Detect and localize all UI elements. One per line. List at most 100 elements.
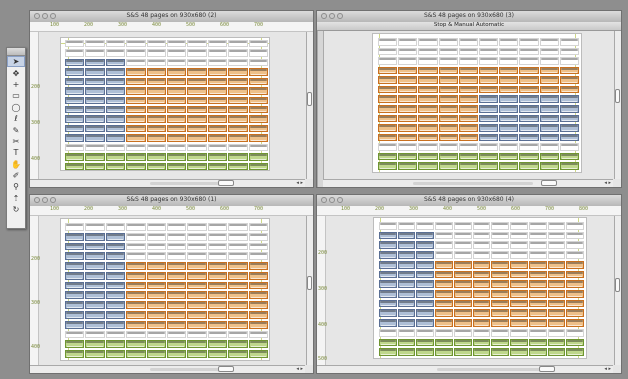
page-thumbnail[interactable] — [458, 38, 478, 46]
page-thumbnail[interactable] — [453, 231, 472, 240]
page-thumbnail[interactable] — [378, 105, 398, 113]
page-thumbnail[interactable] — [491, 241, 510, 250]
page-thumbnail[interactable] — [228, 350, 248, 358]
page-thumbnail[interactable] — [547, 222, 566, 230]
page-thumbnail[interactable] — [479, 38, 499, 46]
page-thumbnail[interactable] — [85, 153, 105, 161]
page-thumbnail[interactable] — [559, 105, 579, 113]
page-thumbnail[interactable] — [146, 96, 166, 104]
page-thumbnail[interactable] — [166, 68, 187, 76]
page-thumbnail[interactable] — [105, 291, 126, 300]
document-window-4[interactable]: S&S 48 pages on 930x680 (4) 100 200 300 … — [316, 194, 622, 374]
page-thumbnail[interactable] — [85, 77, 105, 86]
page-thumbnail[interactable] — [453, 270, 472, 279]
page-thumbnail[interactable] — [418, 57, 438, 65]
page-thumbnail[interactable] — [228, 262, 248, 270]
page-thumbnail[interactable] — [491, 231, 510, 240]
page-thumbnail[interactable] — [547, 348, 566, 356]
page-thumbnail[interactable] — [146, 124, 166, 133]
page-thumbnail[interactable] — [207, 301, 228, 310]
page-thumbnail[interactable] — [398, 105, 418, 113]
page-thumbnail[interactable] — [65, 87, 85, 95]
page-thumbnail[interactable] — [566, 309, 584, 318]
page-thumbnail[interactable] — [479, 124, 499, 132]
page-thumbnail[interactable] — [105, 40, 126, 48]
page-thumbnail[interactable] — [458, 85, 478, 94]
document-window-3[interactable]: S&S 48 pages on 930x680 (3) Stop & Manua… — [316, 10, 622, 188]
page-thumbnail[interactable] — [228, 320, 248, 329]
page-thumbnail[interactable] — [65, 330, 85, 339]
page-thumbnail[interactable] — [166, 232, 187, 241]
page-thumbnail[interactable] — [479, 133, 499, 142]
page-thumbnail[interactable] — [207, 350, 228, 358]
page-thumbnail[interactable] — [126, 252, 146, 261]
page-thumbnail[interactable] — [207, 124, 228, 133]
page-thumbnail[interactable] — [539, 162, 559, 170]
page-thumbnail[interactable] — [187, 134, 207, 142]
page-thumbnail[interactable] — [472, 241, 491, 250]
page-thumbnail[interactable] — [435, 222, 453, 230]
page-thumbnail[interactable] — [510, 251, 528, 259]
page-thumbnail[interactable] — [187, 271, 207, 280]
page-thumbnail[interactable] — [418, 85, 438, 94]
page-thumbnail[interactable] — [528, 280, 547, 288]
page-thumbnail[interactable] — [85, 49, 105, 57]
page-thumbnail[interactable] — [65, 320, 85, 329]
page-thumbnail[interactable] — [146, 291, 166, 300]
page-thumbnail[interactable] — [435, 231, 453, 240]
page-thumbnail[interactable] — [453, 260, 472, 269]
vertical-scrollbar[interactable] — [614, 31, 621, 179]
scroll-thumb[interactable] — [541, 180, 557, 186]
page-thumbnail[interactable] — [65, 162, 85, 170]
page-thumbnail[interactable] — [65, 58, 85, 67]
scroll-thumb[interactable] — [615, 278, 620, 292]
page-thumbnail[interactable] — [228, 162, 248, 170]
page-thumbnail[interactable] — [207, 223, 228, 231]
page-thumbnail[interactable] — [126, 281, 146, 290]
page-thumbnail[interactable] — [85, 124, 105, 133]
page-thumbnail[interactable] — [126, 223, 146, 231]
page-thumbnail[interactable] — [379, 280, 397, 288]
page-thumbnail[interactable] — [85, 301, 105, 310]
page-thumbnail[interactable] — [418, 47, 438, 56]
page-thumbnail[interactable] — [378, 76, 398, 84]
page-thumbnail[interactable] — [378, 95, 398, 103]
lasso-tool-icon[interactable]: ℓ — [7, 113, 25, 124]
page-thumbnail[interactable] — [519, 38, 539, 46]
page-thumbnail[interactable] — [453, 338, 472, 347]
page-thumbnail[interactable] — [166, 311, 187, 319]
page-thumbnail[interactable] — [248, 58, 268, 67]
page-thumbnail[interactable] — [207, 252, 228, 261]
page-thumbnail[interactable] — [228, 68, 248, 76]
page-thumbnail[interactable] — [187, 223, 207, 231]
page-thumbnail[interactable] — [65, 262, 85, 270]
page-thumbnail[interactable] — [539, 47, 559, 56]
page-thumbnail[interactable] — [519, 133, 539, 142]
page-thumbnail[interactable] — [248, 301, 268, 310]
page-thumbnail[interactable] — [435, 241, 453, 250]
page-thumbnail[interactable] — [146, 301, 166, 310]
page-thumbnail[interactable] — [539, 66, 559, 75]
page-thumbnail[interactable] — [248, 291, 268, 300]
page-thumbnail[interactable] — [146, 252, 166, 261]
page-thumbnail[interactable] — [65, 115, 85, 123]
page-thumbnail[interactable] — [65, 252, 85, 261]
page-thumbnail[interactable] — [248, 340, 268, 349]
page-thumbnail[interactable] — [510, 231, 528, 240]
page-thumbnail[interactable] — [166, 291, 187, 300]
page-thumbnail[interactable] — [187, 40, 207, 48]
page-thumbnail[interactable] — [85, 330, 105, 339]
page-thumbnail[interactable] — [453, 251, 472, 259]
page-thumbnail[interactable] — [228, 301, 248, 310]
page-thumbnail[interactable] — [378, 47, 398, 56]
page-thumbnail[interactable] — [378, 38, 398, 46]
page-thumbnail[interactable] — [126, 320, 146, 329]
page-thumbnail[interactable] — [472, 290, 491, 298]
page-thumbnail[interactable] — [453, 309, 472, 318]
page-thumbnail[interactable] — [510, 270, 528, 279]
page-thumbnail[interactable] — [187, 68, 207, 76]
page-thumbnail[interactable] — [435, 348, 453, 356]
page-thumbnail[interactable] — [472, 231, 491, 240]
page-thumbnail[interactable] — [105, 58, 126, 67]
page-thumbnail[interactable] — [85, 105, 105, 114]
